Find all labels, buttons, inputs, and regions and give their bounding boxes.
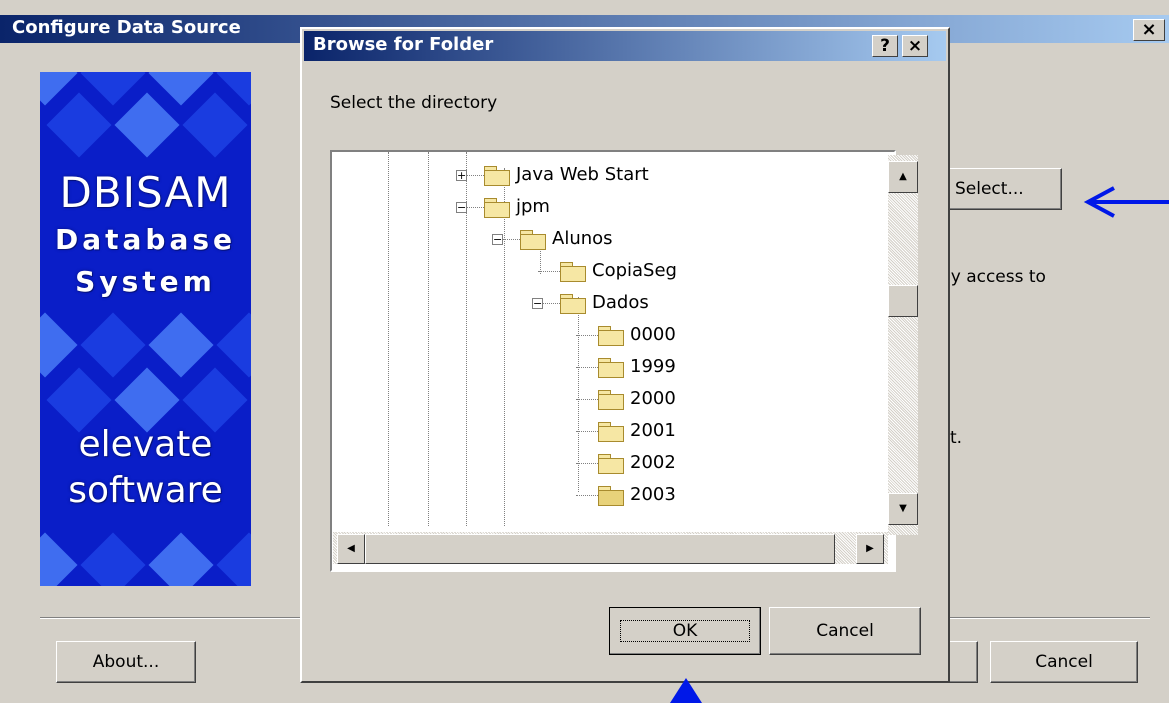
tree-item-label: CopiaSeg xyxy=(592,260,677,281)
tree-item[interactable]: − Alunos xyxy=(332,226,872,254)
folder-icon xyxy=(598,390,624,410)
tree-item-label: jpm xyxy=(516,196,550,217)
scroll-thumb-horizontal[interactable] xyxy=(365,534,835,564)
tree-item-label: 0000 xyxy=(630,324,676,345)
annotation-arrow-left-icon xyxy=(1083,186,1169,218)
banner-database: Database xyxy=(54,223,236,256)
tree-connector xyxy=(576,495,598,496)
browse-prompt: Select the directory xyxy=(330,93,498,113)
scroll-right-arrow-icon[interactable]: ▶ xyxy=(856,534,884,564)
ok-button-label: OK xyxy=(619,620,751,642)
select-button[interactable]: Select... xyxy=(938,168,1062,210)
banner-system: System xyxy=(75,265,216,298)
annotation-arrow-up-icon xyxy=(670,678,702,703)
tree-item[interactable]: − Dados xyxy=(332,290,872,318)
expand-plus-icon[interactable]: + xyxy=(456,170,467,181)
folder-icon xyxy=(598,358,624,378)
tree-item[interactable]: + Java Web Start xyxy=(332,162,872,190)
tree-item-label: 2003 xyxy=(630,484,676,505)
tree-item[interactable]: 1999 xyxy=(332,354,872,382)
banner-dbisam: DBISAM xyxy=(59,168,232,217)
browse-dialog-title: Browse for Folder xyxy=(313,34,494,55)
tree-item-label: Alunos xyxy=(552,228,613,249)
tree-item-label: 2002 xyxy=(630,452,676,473)
folder-icon xyxy=(560,294,586,314)
folder-icon xyxy=(598,454,624,474)
tree-connector xyxy=(576,367,598,368)
banner-software: software xyxy=(68,470,223,511)
folder-icon xyxy=(484,198,510,218)
tree-item[interactable]: CopiaSeg xyxy=(332,258,872,286)
tree-item[interactable]: 0000 xyxy=(332,322,872,350)
collapse-minus-icon[interactable]: − xyxy=(532,298,543,309)
dbisam-logo-banner: DBISAM Database System elevate software xyxy=(40,72,251,586)
tree-item-label: 1999 xyxy=(630,356,676,377)
folder-icon xyxy=(598,326,624,346)
scroll-up-arrow-icon[interactable]: ▲ xyxy=(888,161,918,193)
scroll-down-arrow-icon[interactable]: ▼ xyxy=(888,493,918,525)
tree-item[interactable]: 2001 xyxy=(332,418,872,446)
collapse-minus-icon[interactable]: − xyxy=(456,202,467,213)
config-info-text: t. xyxy=(950,428,963,448)
config-description-text: ly access to xyxy=(946,267,1046,287)
tree-item-label: Java Web Start xyxy=(516,164,649,185)
tree-connector xyxy=(576,463,598,464)
banner-elevate: elevate xyxy=(78,424,213,465)
tree-item-label: 2000 xyxy=(630,388,676,409)
folder-icon xyxy=(560,262,586,282)
browse-close-button[interactable]: × xyxy=(902,35,928,57)
tree-vertical-scrollbar[interactable]: ▲ ▼ xyxy=(888,155,918,535)
config-window-title: Configure Data Source xyxy=(12,17,241,38)
folder-icon xyxy=(484,166,510,186)
select-button-label: Select... xyxy=(955,179,1024,199)
tree-connector xyxy=(576,335,598,336)
scroll-left-arrow-icon[interactable]: ◀ xyxy=(337,534,365,564)
folder-icon xyxy=(598,422,624,442)
help-button[interactable]: ? xyxy=(872,35,898,57)
tree-item[interactable]: 2002 xyxy=(332,450,872,478)
folder-tree-view[interactable]: + Java Web Start − jpm − Alunos CopiaSeg − Dados… xyxy=(330,150,896,572)
tree-connector xyxy=(576,431,598,432)
config-close-button[interactable]: × xyxy=(1133,19,1165,41)
about-button[interactable]: About... xyxy=(56,641,196,683)
tree-item-label: 2001 xyxy=(630,420,676,441)
tree-horizontal-scrollbar[interactable]: ◀ ▶ xyxy=(333,532,888,564)
browse-cancel-button[interactable]: Cancel xyxy=(769,607,921,655)
tree-connector xyxy=(576,399,598,400)
open-folder-icon xyxy=(598,486,624,506)
folder-icon xyxy=(520,230,546,250)
tree-connector xyxy=(538,271,560,272)
tree-item[interactable]: − jpm xyxy=(332,194,872,222)
tree-item-label: Dados xyxy=(592,292,649,313)
collapse-minus-icon[interactable]: − xyxy=(492,234,503,245)
config-cancel-button[interactable]: Cancel xyxy=(990,641,1138,683)
tree-item[interactable]: 2000 xyxy=(332,386,872,414)
tree-item[interactable]: 2003 xyxy=(332,482,872,510)
scroll-thumb[interactable] xyxy=(888,285,918,317)
browse-ok-button[interactable]: OK xyxy=(609,607,761,655)
